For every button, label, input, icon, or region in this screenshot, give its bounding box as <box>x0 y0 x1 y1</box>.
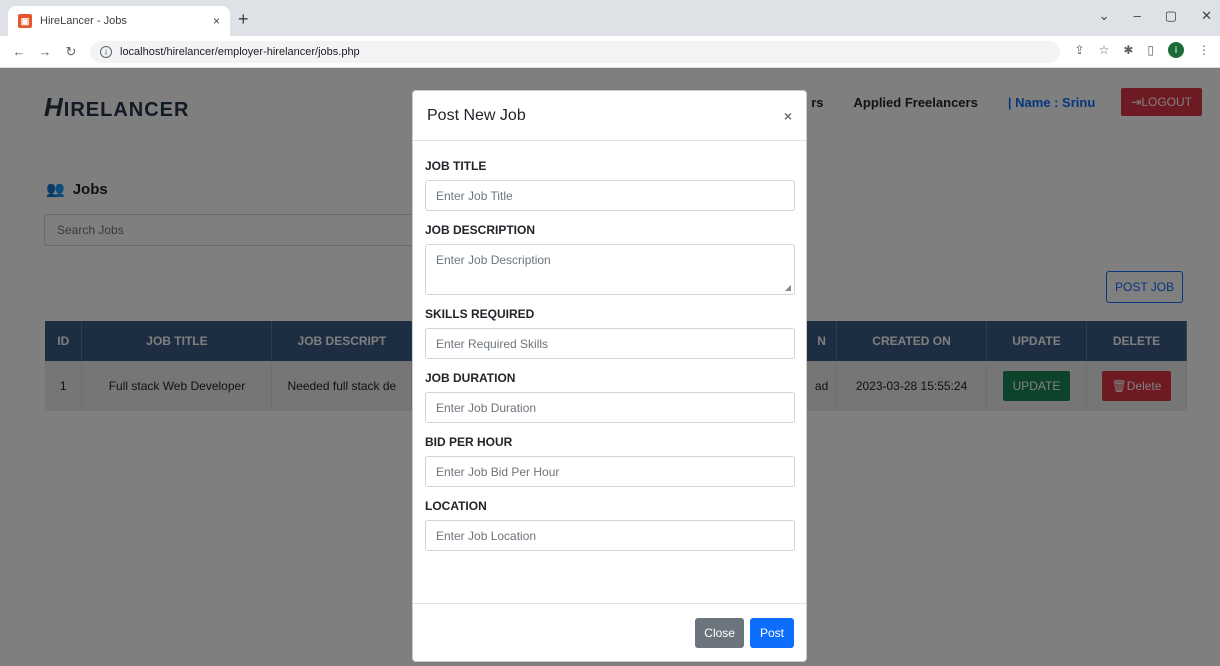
profile-avatar[interactable]: I <box>1168 42 1184 58</box>
back-icon[interactable]: ← <box>12 44 26 59</box>
duration-label: JOB DURATION <box>425 371 516 385</box>
bid-label: BID PER HOUR <box>425 435 513 449</box>
close-tab-icon[interactable]: × <box>213 14 220 28</box>
close-button[interactable]: Close <box>695 617 744 648</box>
job-description-label: JOB DESCRIPTION <box>425 223 536 237</box>
modal-body: JOB TITLE Enter Job Title JOB DESCRIPTIO… <box>413 141 806 551</box>
address-bar: ← → ↻ i localhost/hirelancer/employer-hi… <box>0 36 1220 68</box>
tab-title: HireLancer - Jobs <box>40 15 127 27</box>
new-tab-icon[interactable]: + <box>238 9 249 30</box>
job-description-textarea[interactable]: Enter Job Description ◢ <box>425 244 795 295</box>
job-title-label: JOB TITLE <box>425 159 487 173</box>
bid-input[interactable]: Enter Job Bid Per Hour <box>425 456 795 487</box>
forward-icon[interactable]: → <box>38 44 52 59</box>
resize-handle-icon[interactable]: ◢ <box>785 283 791 292</box>
window-controls: ⌄ – ▢ ✕ <box>1099 8 1212 24</box>
duration-input[interactable]: Enter Job Duration <box>425 392 795 423</box>
post-job-modal: Post New Job × JOB TITLE Enter Job Title… <box>412 90 807 662</box>
skills-input[interactable]: Enter Required Skills <box>425 328 795 359</box>
modal-title: Post New Job <box>427 106 526 124</box>
bookmark-star-icon[interactable]: ☆ <box>1099 43 1110 57</box>
location-label: LOCATION <box>425 499 487 513</box>
url-text: localhost/hirelancer/employer-hirelancer… <box>120 46 360 58</box>
browser-actions: ⇪ ☆ ✱ ▯ I ⋮ <box>1075 42 1210 58</box>
info-icon[interactable]: i <box>100 46 112 58</box>
browser-tab-bar: ▣ HireLancer - Jobs × + ⌄ – ▢ ✕ <box>0 0 1220 36</box>
reload-icon[interactable]: ↻ <box>64 44 78 60</box>
side-panel-icon[interactable]: ▯ <box>1147 43 1154 57</box>
menu-icon[interactable]: ⋮ <box>1198 43 1210 57</box>
favicon-icon: ▣ <box>18 14 32 28</box>
post-button[interactable]: Post <box>749 617 794 648</box>
tab-search-icon[interactable]: ⌄ <box>1099 8 1110 24</box>
share-icon[interactable]: ⇪ <box>1075 43 1085 57</box>
close-icon[interactable]: × <box>784 108 792 124</box>
job-description-placeholder: Enter Job Description <box>436 253 551 267</box>
modal-footer: Close Post <box>413 603 806 661</box>
close-window-icon[interactable]: ✕ <box>1201 8 1212 24</box>
url-field[interactable]: i localhost/hirelancer/employer-hirelanc… <box>90 41 1060 63</box>
browser-tab[interactable]: ▣ HireLancer - Jobs × <box>8 6 230 36</box>
skills-label: SKILLS REQUIRED <box>425 307 535 321</box>
minimize-icon[interactable]: – <box>1134 8 1141 24</box>
extensions-icon[interactable]: ✱ <box>1123 43 1133 57</box>
job-title-input[interactable]: Enter Job Title <box>425 180 795 211</box>
location-input[interactable]: Enter Job Location <box>425 520 795 551</box>
restore-icon[interactable]: ▢ <box>1165 8 1177 24</box>
modal-header: Post New Job × <box>413 91 806 141</box>
